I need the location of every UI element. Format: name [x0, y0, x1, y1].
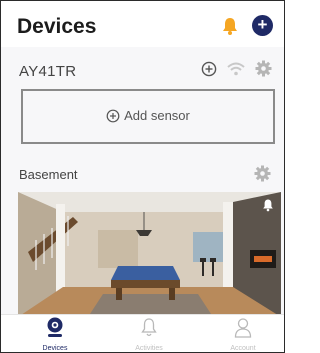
bell-icon[interactable]	[261, 198, 275, 212]
tab-label: Activities	[135, 345, 163, 352]
bell-outline-icon	[141, 318, 157, 337]
tab-label: Account	[230, 345, 256, 352]
add-circle-icon[interactable]	[201, 61, 217, 77]
tab-activities[interactable]: Activities	[119, 317, 179, 352]
section-title: Basement	[19, 167, 78, 182]
tab-label: Devices	[42, 345, 68, 352]
add-device-button[interactable]: +	[252, 15, 273, 36]
header: Devices +	[1, 1, 284, 47]
app-frame: Devices + AY41TR Add sensor Basement Dev…	[0, 0, 285, 353]
tab-devices[interactable]: Devices	[25, 317, 85, 352]
gear-icon[interactable]	[254, 165, 271, 182]
camera-image	[18, 192, 281, 317]
wifi-icon	[227, 61, 245, 77]
camera-preview[interactable]	[18, 192, 281, 317]
gear-icon[interactable]	[255, 60, 272, 77]
add-circle-icon	[106, 109, 120, 123]
tab-account[interactable]: Account	[213, 317, 273, 352]
user-icon	[234, 318, 252, 338]
hub-name: AY41TR	[19, 63, 77, 80]
page-title: Devices	[17, 15, 97, 38]
notification-bell-icon[interactable]	[220, 16, 240, 36]
tab-bar: Devices Activities Account	[1, 314, 284, 352]
camera-pin-icon	[47, 317, 63, 337]
add-sensor-label: Add sensor	[124, 108, 190, 123]
add-sensor-button[interactable]: Add sensor	[21, 89, 275, 144]
